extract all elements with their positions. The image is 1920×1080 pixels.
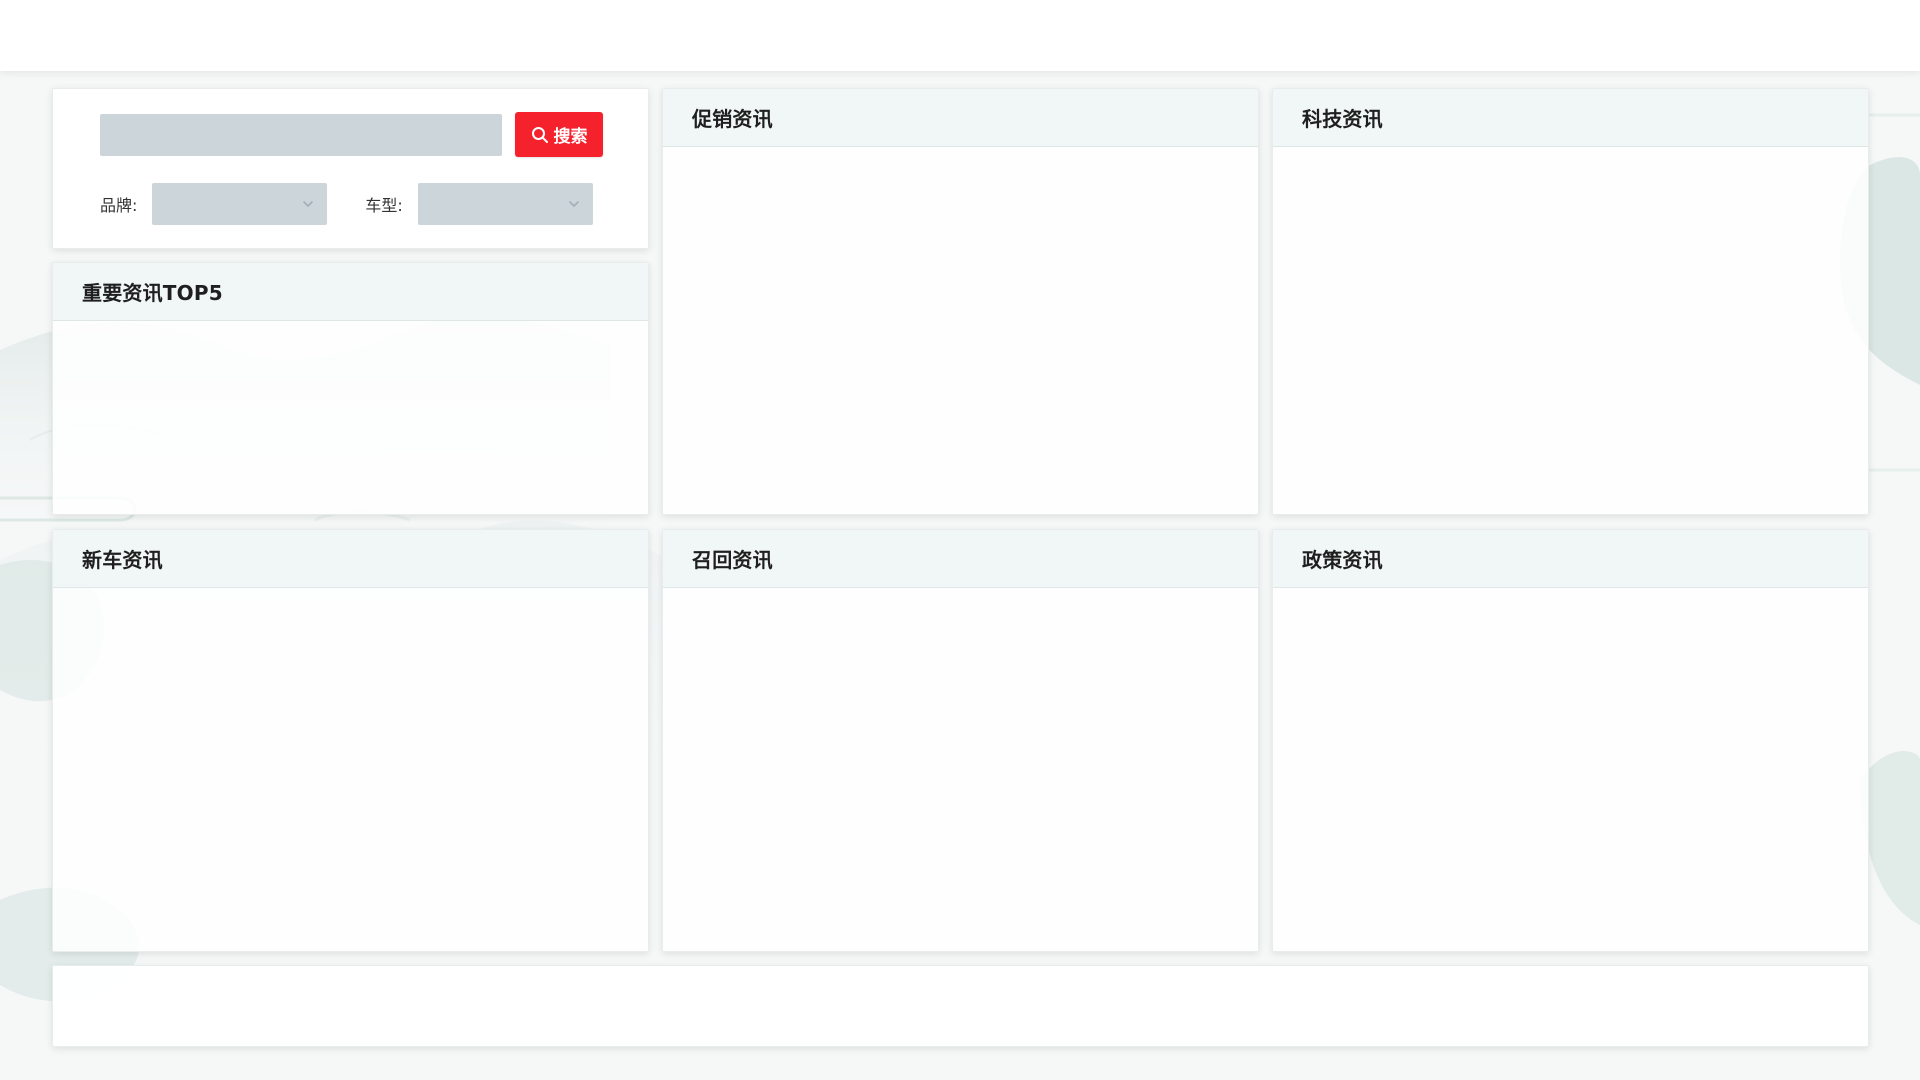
search-input[interactable] [100,113,502,156]
recall-news-panel: 召回资讯 [662,529,1259,952]
policy-news-header: 政策资讯 [1273,530,1868,588]
brand-select[interactable] [152,183,328,225]
policy-news-title: 政策资讯 [1302,548,1383,572]
top5-news-header: 重要资讯TOP5 [53,263,648,321]
filter-row: 品牌: 车型: [100,183,620,225]
new-car-news-title: 新车资讯 [82,548,163,572]
recall-news-header: 召回资讯 [663,530,1258,588]
model-select[interactable] [417,183,593,225]
technology-news-title: 科技资讯 [1302,107,1383,131]
search-button-label: 搜索 [553,127,588,146]
brand-label: 品牌: [100,196,138,215]
top5-news-content [53,321,648,514]
new-car-news-panel: 新车资讯 [52,529,649,952]
top5-news-title: 重要资讯TOP5 [82,281,223,305]
technology-news-header: 科技资讯 [1273,89,1868,147]
policy-news-content [1273,588,1868,951]
search-row: 搜索 [100,112,620,157]
top5-news-panel: 重要资讯TOP5 [52,262,649,515]
chevron-down-icon [302,195,314,214]
footer-panel [52,965,1869,1047]
search-button[interactable]: 搜索 [515,112,603,157]
search-icon [531,126,549,144]
top-header-bar [0,0,1920,71]
model-label: 车型: [365,196,403,215]
chevron-down-icon [568,195,580,214]
search-panel: 搜索 品牌: 车型: [52,88,649,249]
recall-news-content [663,588,1258,951]
recall-news-title: 召回资讯 [692,548,773,572]
promotion-news-content [663,147,1258,514]
policy-news-panel: 政策资讯 [1272,529,1869,952]
technology-news-panel: 科技资讯 [1272,88,1869,515]
new-car-news-content [53,588,648,951]
technology-news-content [1273,147,1868,514]
new-car-news-header: 新车资讯 [53,530,648,588]
promotion-news-panel: 促销资讯 [662,88,1259,515]
promotion-news-title: 促销资讯 [692,107,773,131]
promotion-news-header: 促销资讯 [663,89,1258,147]
